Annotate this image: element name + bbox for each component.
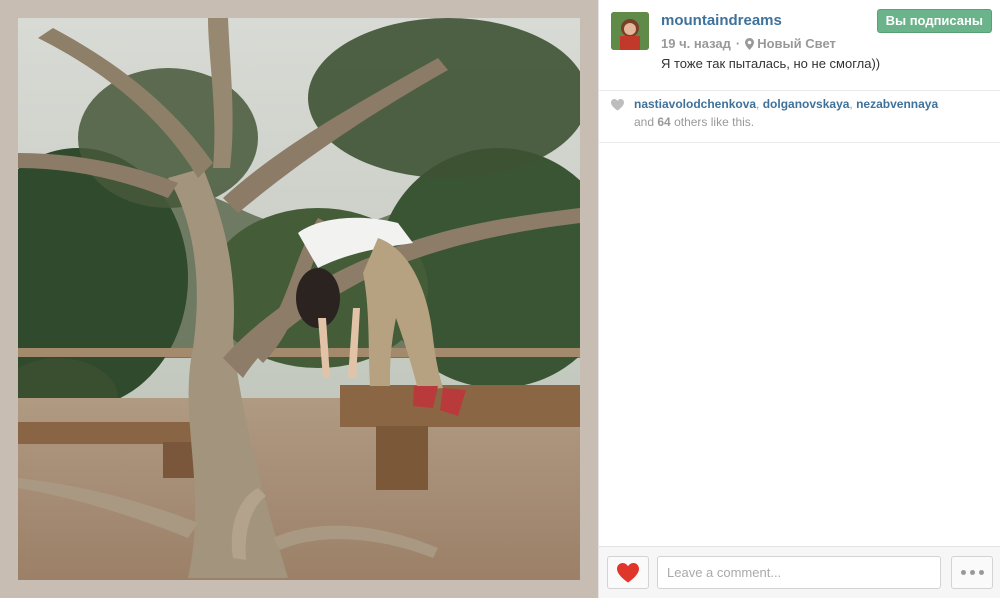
likes-others-prefix: and	[634, 115, 655, 129]
likes-heart-icon	[611, 99, 624, 111]
likes-others: and 64 others like this.	[634, 115, 754, 129]
photo-frame	[0, 0, 598, 598]
likes-others-suffix: others like this.	[674, 115, 755, 129]
post-sidebar: mountaindreams Вы подписаны 19 ч. назад …	[598, 0, 1000, 598]
post-caption: Я тоже так пыталась, но не смогла))	[661, 56, 881, 71]
ellipsis-icon	[978, 570, 984, 575]
location-pin-icon	[745, 37, 755, 50]
liker-link[interactable]: nezabvennaya	[856, 97, 938, 111]
liker-link[interactable]: dolganovskaya	[763, 97, 850, 111]
likes-separator: ,	[756, 97, 763, 111]
comment-input[interactable]	[657, 556, 941, 589]
likes-divider	[599, 142, 1000, 143]
post-header: mountaindreams Вы подписаны 19 ч. назад …	[599, 0, 1000, 91]
following-button[interactable]: Вы подписаны	[876, 9, 992, 33]
like-button[interactable]	[607, 556, 649, 589]
liker-link[interactable]: nastiavolodchenkova	[634, 97, 756, 111]
avatar-image	[611, 12, 649, 50]
heart-icon	[617, 562, 639, 582]
more-options-button[interactable]	[951, 556, 993, 589]
avatar[interactable]	[611, 12, 649, 50]
post-photo-image	[18, 18, 580, 580]
meta-separator: ·	[735, 36, 741, 51]
timestamp[interactable]: 19 ч. назад	[661, 36, 731, 51]
ellipsis-icon	[960, 570, 966, 575]
post-photo[interactable]	[18, 18, 580, 580]
post-footer	[599, 546, 1000, 598]
location-link[interactable]: Новый Свет	[757, 36, 836, 51]
username-link[interactable]: mountaindreams	[661, 12, 782, 29]
ellipsis-icon	[969, 570, 975, 575]
likes-others-count[interactable]: 64	[657, 115, 670, 129]
likes-user-list: nastiavolodchenkova, dolganovskaya, neza…	[634, 97, 938, 111]
post-meta: 19 ч. назад · Новый Свет	[661, 36, 836, 51]
